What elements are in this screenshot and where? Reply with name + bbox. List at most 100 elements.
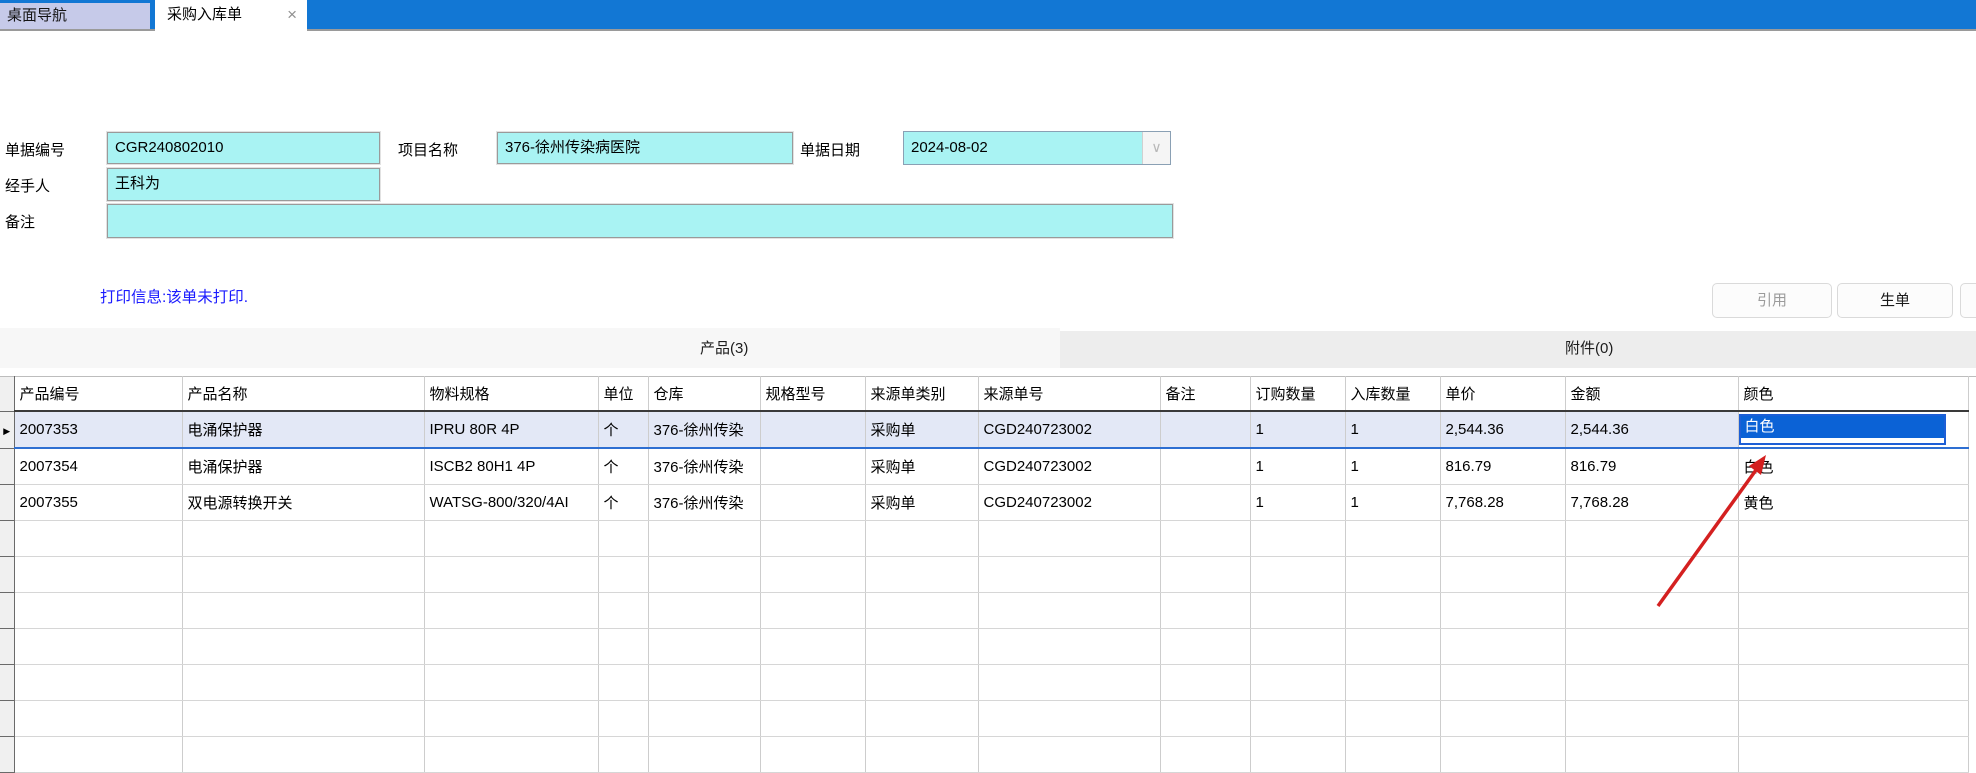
cell[interactable] [1738,629,1968,665]
cell[interactable]: 采购单 [865,411,978,448]
generate-button[interactable]: 生单 [1837,283,1953,318]
cell[interactable] [598,557,648,593]
cell[interactable] [14,701,182,737]
color-cell[interactable]: 白色 [1738,411,1968,448]
cell[interactable]: 采购单 [865,485,978,521]
col-header[interactable]: 颜色 [1738,377,1968,412]
color-cell[interactable]: 黄色 [1738,485,1968,521]
handler-field[interactable]: 王科为 [107,168,380,201]
col-header[interactable]: 备注 [1160,377,1250,412]
cell[interactable] [424,665,598,701]
cell[interactable] [1250,593,1345,629]
cell[interactable]: 376-徐州传染 [648,411,760,448]
reference-button[interactable]: 引用 [1712,283,1832,318]
cell[interactable] [14,557,182,593]
cell[interactable] [760,411,865,448]
cell[interactable] [1250,665,1345,701]
cell[interactable] [1160,665,1250,701]
cell[interactable]: 双电源转换开关 [182,485,424,521]
cell[interactable]: CGD240723002 [978,411,1160,448]
cell[interactable] [1565,521,1738,557]
doc-number-field[interactable]: CGR240802010 [107,132,380,164]
cell[interactable] [598,629,648,665]
cell[interactable] [978,557,1160,593]
cell[interactable] [14,593,182,629]
cell[interactable]: 2007355 [14,485,182,521]
cell[interactable]: CGD240723002 [978,485,1160,521]
cell[interactable] [760,701,865,737]
cell[interactable]: 个 [598,485,648,521]
empty-table-row[interactable] [0,701,1976,737]
cell[interactable] [648,665,760,701]
cell[interactable] [648,521,760,557]
cell[interactable] [1440,629,1565,665]
cell[interactable] [1565,737,1738,773]
cell[interactable] [1250,737,1345,773]
cell[interactable] [14,629,182,665]
cell[interactable] [865,521,978,557]
cell[interactable] [14,737,182,773]
cell[interactable]: 376-徐州传染 [648,485,760,521]
cell[interactable] [1345,557,1440,593]
cell[interactable] [760,485,865,521]
cell[interactable] [760,629,865,665]
cell[interactable] [14,665,182,701]
table-row[interactable]: 2007355 双电源转换开关 WATSG-800/320/4AI 个 376-… [0,485,1976,521]
cell[interactable] [978,701,1160,737]
cell[interactable] [182,665,424,701]
cell[interactable] [182,557,424,593]
cell[interactable] [1440,737,1565,773]
cell[interactable] [1738,737,1968,773]
cell[interactable] [1250,629,1345,665]
doc-date-combobox[interactable]: 2024-08-02 ∨ [903,131,1171,165]
remark-field[interactable] [107,204,1173,238]
cell[interactable] [598,701,648,737]
col-header[interactable]: 入库数量 [1345,377,1440,412]
cell[interactable] [598,665,648,701]
cell[interactable]: 7,768.28 [1440,485,1565,521]
empty-table-row[interactable] [0,521,1976,557]
tab-desktop-nav[interactable]: 桌面导航 [0,3,150,29]
close-icon[interactable]: × [287,0,297,29]
col-header[interactable]: 来源单类别 [865,377,978,412]
cell[interactable] [760,557,865,593]
cell[interactable] [1440,665,1565,701]
cell[interactable]: 816.79 [1440,448,1565,485]
cell[interactable] [865,629,978,665]
color-cell[interactable]: 白色 [1738,448,1968,485]
cell[interactable]: 个 [598,411,648,448]
tab-purchase-receipt[interactable]: 采购入库单 × [155,0,307,31]
cell[interactable] [1250,557,1345,593]
cell[interactable]: 7,768.28 [1565,485,1738,521]
cell[interactable]: WATSG-800/320/4AI [424,485,598,521]
empty-table-row[interactable] [0,593,1976,629]
cell[interactable] [1565,701,1738,737]
cell[interactable] [648,629,760,665]
cell[interactable] [648,737,760,773]
table-row-selected[interactable]: ▶ 2007353 电涌保护器 IPRU 80R 4P 个 376-徐州传染 采… [0,411,1976,448]
cell[interactable] [1440,521,1565,557]
cell[interactable]: 2,544.36 [1565,411,1738,448]
cell[interactable] [648,701,760,737]
table-row[interactable]: 2007354 电涌保护器 ISCB2 80H1 4P 个 376-徐州传染 采… [0,448,1976,485]
cell[interactable] [865,737,978,773]
cell[interactable] [14,521,182,557]
cell[interactable] [760,448,865,485]
cell[interactable]: 1 [1345,411,1440,448]
cell[interactable] [978,629,1160,665]
cell[interactable] [1160,593,1250,629]
cell[interactable] [1345,737,1440,773]
cell[interactable] [1738,701,1968,737]
empty-table-row[interactable] [0,665,1976,701]
cell[interactable] [182,629,424,665]
cell[interactable] [1440,593,1565,629]
cell[interactable] [598,593,648,629]
cell[interactable] [760,593,865,629]
cell[interactable] [182,593,424,629]
cell[interactable] [1738,593,1968,629]
cell[interactable] [182,701,424,737]
cell[interactable] [978,521,1160,557]
cell[interactable]: 2,544.36 [1440,411,1565,448]
cell[interactable] [648,593,760,629]
col-header[interactable]: 规格型号 [760,377,865,412]
